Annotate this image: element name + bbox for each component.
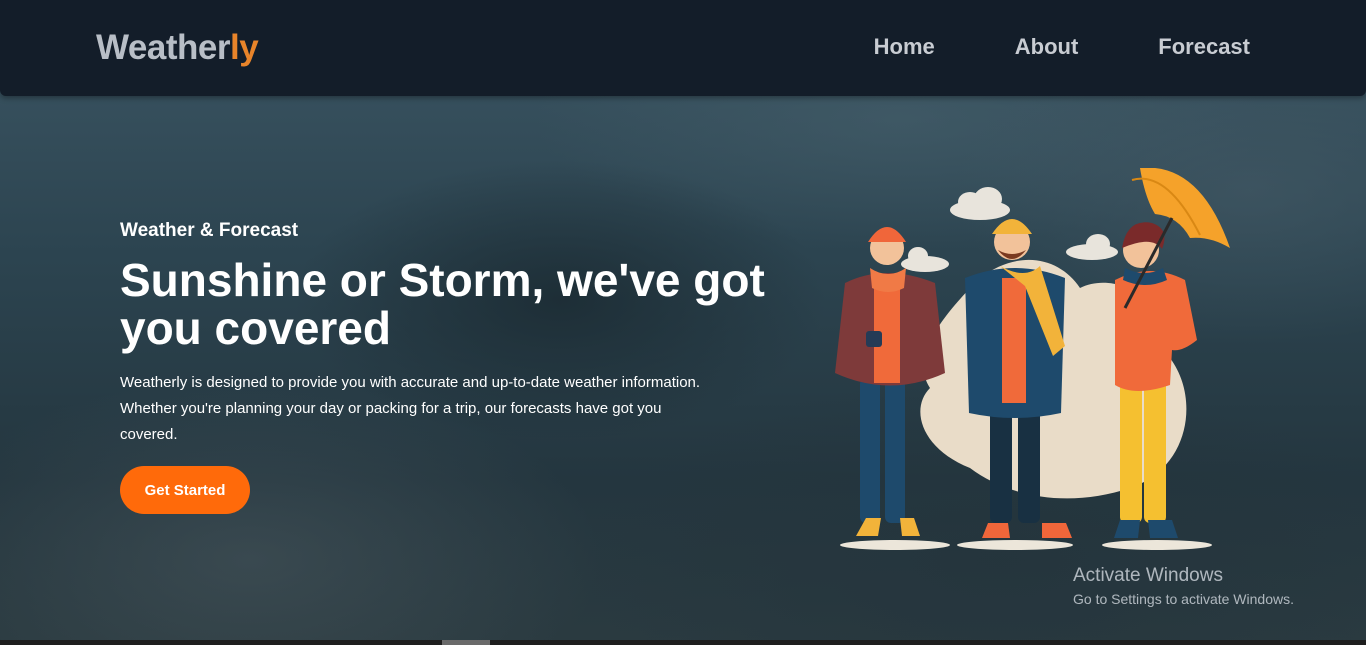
activate-windows-watermark: Activate Windows Go to Settings to activ… (1073, 565, 1294, 607)
logo-main: Weather (96, 28, 230, 67)
people-umbrella-illustration-icon (830, 167, 1240, 560)
watermark-subtitle: Go to Settings to activate Windows. (1073, 591, 1294, 607)
nav-link-home[interactable]: Home (874, 34, 935, 60)
horizontal-scrollbar[interactable] (0, 640, 1366, 645)
logo[interactable]: Weatherly (96, 28, 259, 68)
person-right-icon (1114, 167, 1230, 538)
scrollbar-thumb[interactable] (442, 640, 490, 645)
hero-eyebrow: Weather & Forecast (120, 220, 299, 241)
nav-links: Home About Forecast (874, 34, 1250, 60)
nav-link-about[interactable]: About (1015, 34, 1079, 60)
navbar: Weatherly Home About Forecast (0, 0, 1366, 96)
watermark-title: Activate Windows (1073, 565, 1223, 586)
hero-description: Weatherly is designed to provide you wit… (120, 374, 701, 443)
hero-headline: Sunshine or Storm, we've got you covered (120, 254, 765, 354)
nav-link-forecast[interactable]: Forecast (1158, 34, 1250, 60)
get-started-button[interactable]: Get Started (120, 466, 250, 514)
hero-content: Weather & Forecast Sunshine or Storm, we… (120, 220, 820, 514)
logo-accent: ly (229, 28, 259, 67)
